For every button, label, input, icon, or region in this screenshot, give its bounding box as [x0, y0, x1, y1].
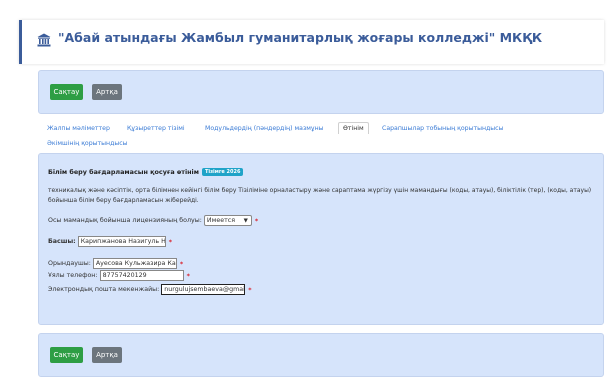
executor-row: Орындаушы: Ауесова Кульжазира Кан* [48, 258, 183, 269]
license-select-value: Имеется [206, 217, 236, 224]
tab-competencies[interactable]: Құзыреттер тізімі [127, 125, 185, 132]
back-button[interactable]: Артқа [92, 84, 122, 100]
email-label: Электрондық пошта мекенжайы: [48, 286, 160, 293]
phone-label: Ұялы телефон: [48, 272, 98, 279]
top-toolbar: Сақтау Артқа [38, 70, 604, 114]
license-label: Осы мамандық бойынша лицензияның болуы: [48, 217, 202, 224]
executor-input[interactable]: Ауесова Кульжазира Кан [92, 258, 177, 269]
required-mark: * [248, 286, 252, 294]
executor-label: Орындаушы: [48, 260, 91, 267]
tab-admin-conclusion[interactable]: Әкімшінің қорытындысы [47, 140, 128, 147]
head-input[interactable]: Карипжанова Назигуль Н [77, 236, 166, 247]
form-title-text: Білім беру бағдарламасын қосуға өтінім [48, 168, 199, 176]
tab-modules-content[interactable]: Модульдердің (пәндердің) мазмұны [205, 125, 324, 132]
tab-general-info[interactable]: Жалпы мәліметтер [47, 125, 110, 132]
phone-input[interactable]: 87757420129 [99, 270, 184, 281]
required-mark: * [179, 260, 184, 268]
back-button[interactable]: Артқа [92, 347, 122, 363]
status-badge: Тізімге 2026 [201, 168, 244, 176]
chevron-down-icon: ▼ [243, 218, 248, 224]
form-title: Білім беру бағдарламасын қосуға өтінім Ті… [48, 168, 244, 176]
license-row: Осы мамандық бойынша лицензияның болуы: … [48, 215, 258, 226]
phone-row: Ұялы телефон: 87757420129 * [48, 270, 190, 281]
application-form: Білім беру бағдарламасын қосуға өтінім Ті… [38, 153, 604, 325]
tab-bar: Жалпы мәліметтер Құзыреттер тізімі Модул… [47, 115, 607, 151]
email-input[interactable]: nurgulujsembaeva@gmai [161, 284, 246, 295]
license-select[interactable]: Имеется ▼ [203, 215, 252, 226]
head-row: Басшы: Карипжанова Назигуль Н * [48, 236, 172, 247]
required-mark: * [168, 238, 172, 246]
page-header: "Абай атындағы Жамбыл гуманитарлық жоғар… [19, 20, 604, 64]
email-row: Электрондық пошта мекенжайы: nurgulujsem… [48, 284, 252, 295]
tab-application[interactable]: Өтінім [338, 122, 369, 134]
head-label: Басшы: [48, 238, 76, 245]
required-mark: * [254, 217, 259, 225]
bottom-toolbar: Сақтау Артқа [38, 333, 604, 377]
page-title: "Абай атындағы Жамбыл гуманитарлық жоғар… [58, 30, 543, 45]
form-description: техникалық және кәсіптік, орта білімнен … [48, 187, 592, 204]
save-button[interactable]: Сақтау [50, 84, 83, 100]
required-mark: * [186, 272, 190, 280]
bank-icon [37, 33, 51, 47]
save-button[interactable]: Сақтау [50, 347, 83, 363]
tab-expert-conclusion[interactable]: Сарапшылар тобының қорытындысы [382, 125, 503, 132]
